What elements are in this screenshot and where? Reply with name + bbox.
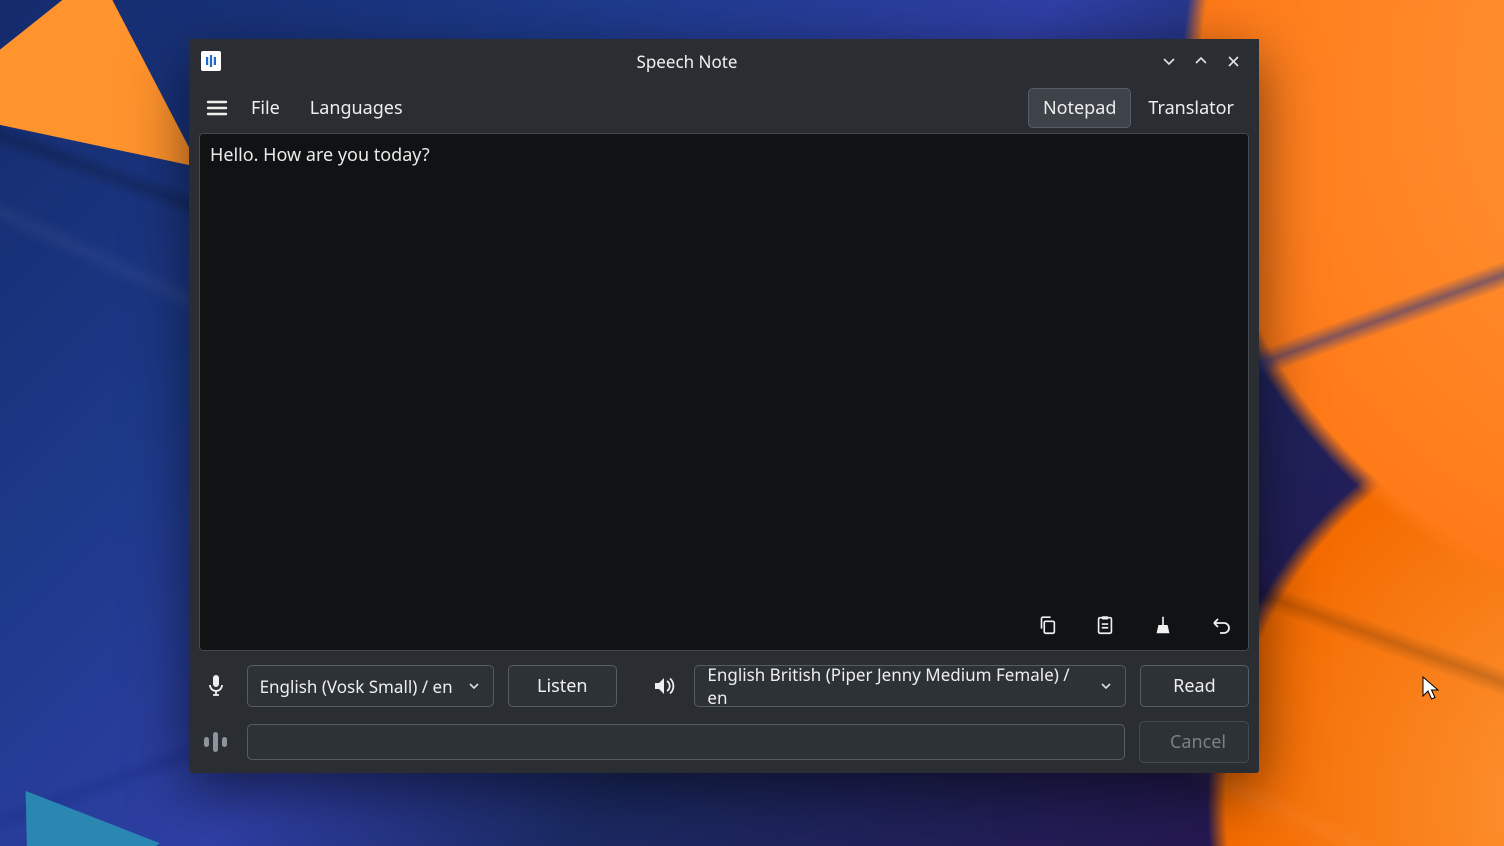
controls-row: English (Vosk Small) / en Listen English…: [199, 663, 1249, 709]
undo-button[interactable]: [1206, 610, 1236, 640]
window-title: Speech Note: [221, 50, 1153, 73]
chevron-down-icon: [1099, 679, 1113, 693]
menubar: File Languages Notepad Translator: [189, 83, 1259, 133]
listen-button[interactable]: Listen: [508, 665, 617, 707]
close-button[interactable]: [1217, 45, 1249, 77]
mode-translator[interactable]: Translator: [1133, 88, 1249, 128]
chevron-up-icon: [1193, 53, 1209, 69]
chevron-down-icon: [467, 679, 481, 693]
tts-model-value: English British (Piper Jenny Medium Fema…: [707, 663, 1088, 709]
hamburger-button[interactable]: [199, 90, 235, 126]
hamburger-icon: [206, 99, 228, 117]
note-text: Hello. How are you today?: [210, 143, 430, 167]
maximize-button[interactable]: [1185, 45, 1217, 77]
progress-bar: [247, 724, 1125, 760]
read-button[interactable]: Read: [1140, 665, 1249, 707]
textbox-toolbar: [1032, 610, 1236, 640]
cancel-button[interactable]: Cancel: [1139, 721, 1249, 763]
mic-icon: [199, 674, 233, 698]
menu-file[interactable]: File: [237, 90, 294, 126]
listen-label: Listen: [537, 674, 587, 698]
app-window: Speech Note File Languages Notepad Trans…: [189, 39, 1259, 773]
wallpaper-shape: [0, 745, 160, 846]
titlebar[interactable]: Speech Note: [189, 39, 1259, 83]
status-row: Cancel: [199, 721, 1249, 763]
copy-button[interactable]: [1032, 610, 1062, 640]
stt-model-value: English (Vosk Small) / en: [260, 675, 453, 698]
note-textarea[interactable]: Hello. How are you today?: [199, 133, 1249, 651]
broom-icon: [1152, 614, 1174, 636]
app-icon: [201, 51, 221, 71]
chevron-down-icon: [1161, 53, 1177, 69]
close-icon: [1226, 54, 1241, 69]
content-area: Hello. How are you today?: [189, 133, 1259, 773]
menu-languages[interactable]: Languages: [296, 90, 417, 126]
speaker-icon: [647, 675, 681, 697]
mode-notepad[interactable]: Notepad: [1028, 88, 1131, 128]
cancel-label: Cancel: [1170, 730, 1226, 754]
clear-format-button[interactable]: [1148, 610, 1178, 640]
read-label: Read: [1173, 674, 1216, 698]
undo-icon: [1209, 614, 1233, 636]
tts-model-select[interactable]: English British (Piper Jenny Medium Fema…: [694, 665, 1125, 707]
minimize-button[interactable]: [1153, 45, 1185, 77]
paste-icon: [1094, 614, 1116, 636]
stt-model-select[interactable]: English (Vosk Small) / en: [247, 665, 494, 707]
audio-level-icon: [199, 729, 233, 755]
paste-button[interactable]: [1090, 610, 1120, 640]
copy-icon: [1036, 614, 1058, 636]
